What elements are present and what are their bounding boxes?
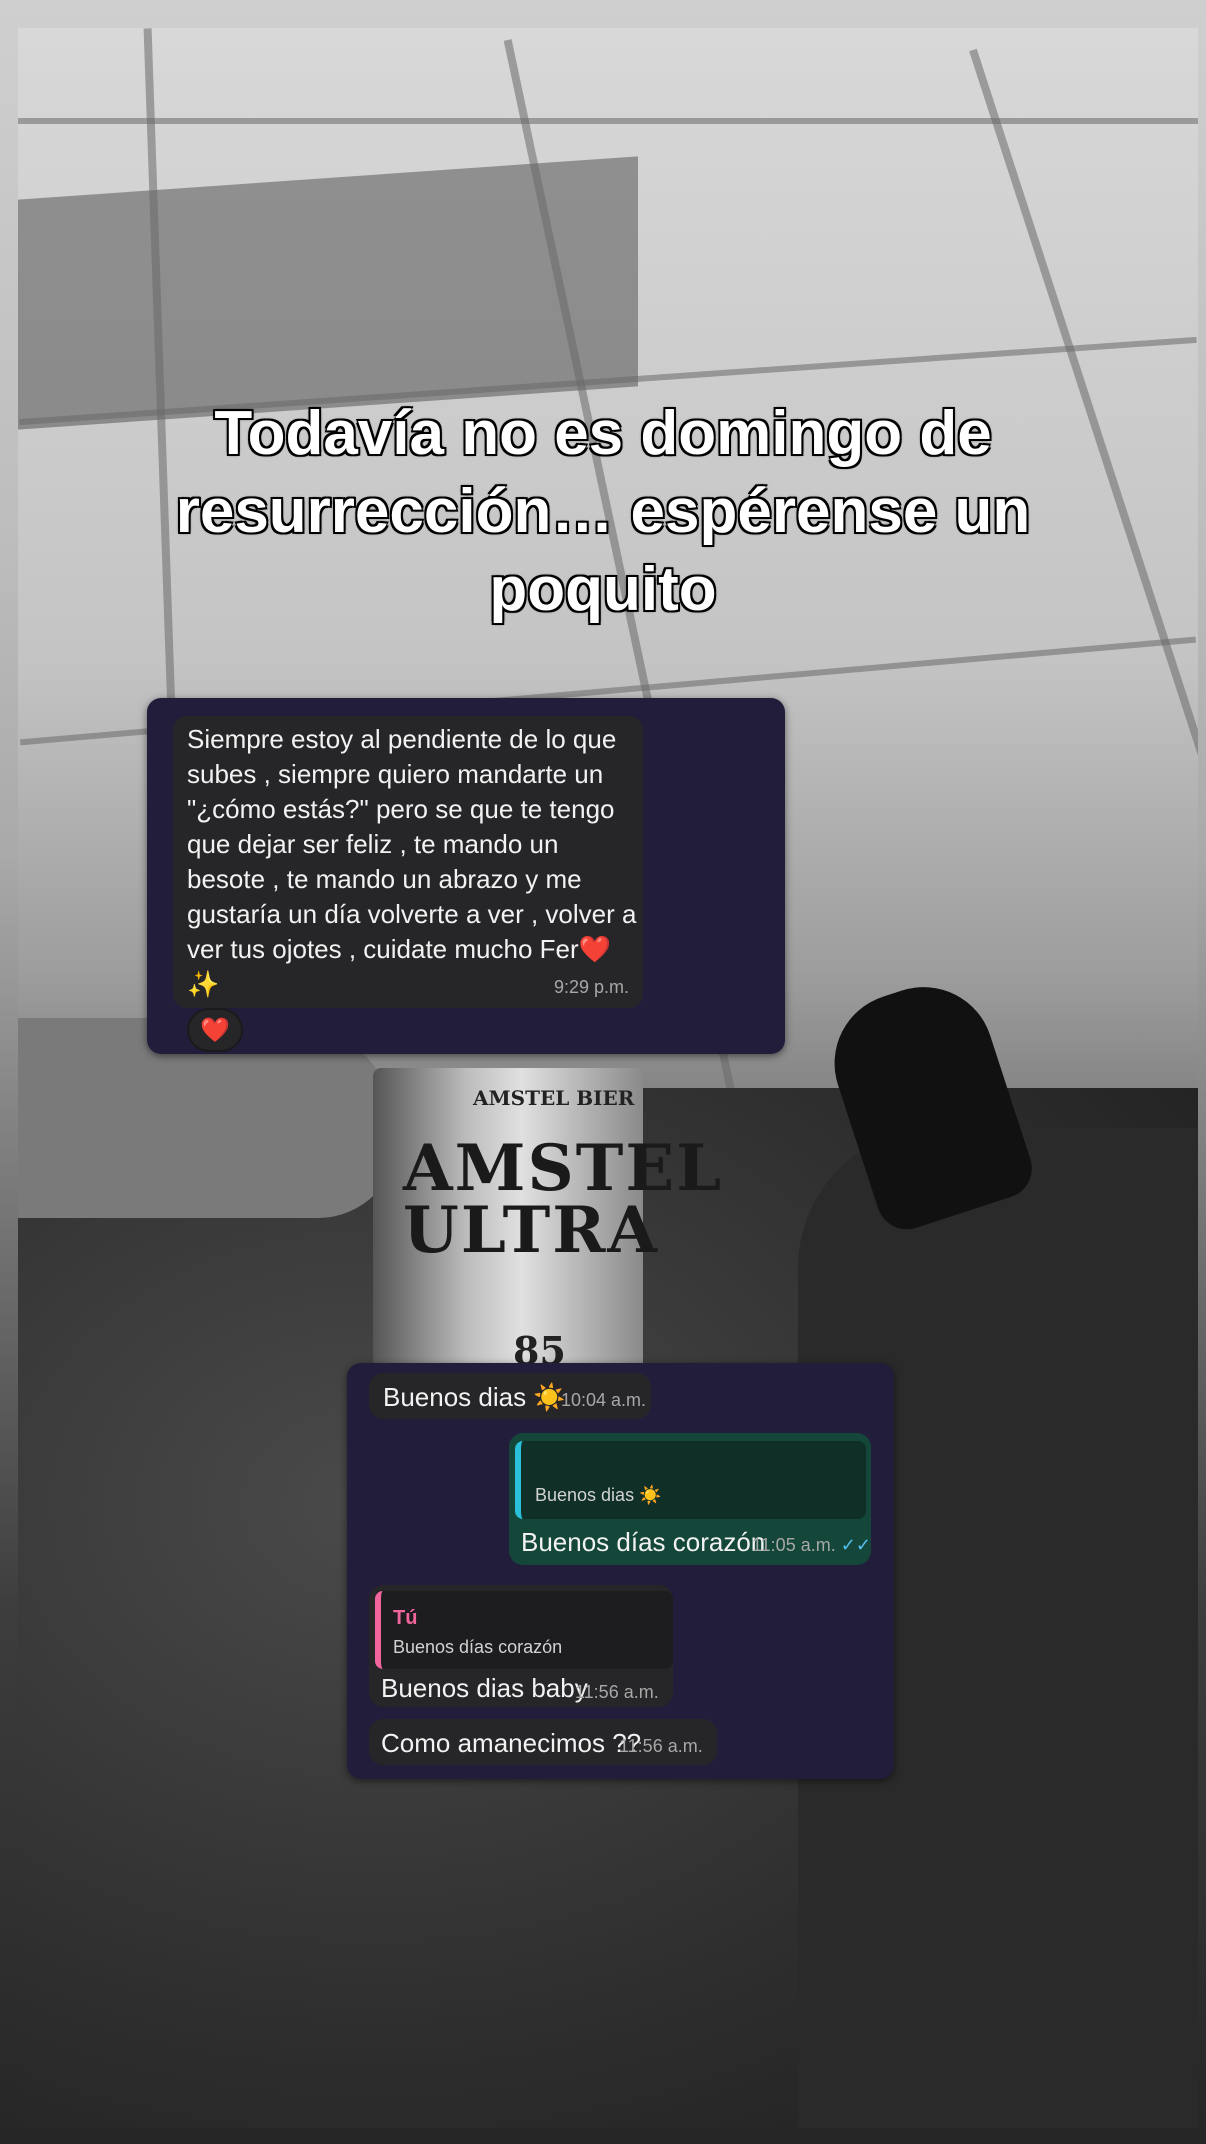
heart-reaction[interactable]: ❤️ <box>187 1008 243 1052</box>
beer-can: AMSTEL BIER AMSTEL ULTRA 85 <box>373 1068 721 1398</box>
background-photo: AMSTEL BIER AMSTEL ULTRA 85 <box>18 28 1198 2128</box>
message-bubble-incoming[interactable]: Como amanecimos ?? 11:56 a.m. <box>369 1719 717 1765</box>
can-top-label: AMSTEL BIER <box>473 1086 635 1110</box>
quoted-text: Buenos dias ☀️ <box>535 1485 662 1505</box>
double-check-icon: ✓✓ <box>840 1535 871 1555</box>
chat-screenshot-1: Siempre estoy al pendiente de lo que sub… <box>147 698 785 1054</box>
message-text: Siempre estoy al pendiente de lo que sub… <box>187 724 637 999</box>
message-text: Como amanecimos ?? <box>381 1728 642 1758</box>
chat-screenshot-2: Buenos dias ☀️ 10:04 a.m. Buenos dias ☀️… <box>347 1363 894 1779</box>
message-time: 11:56 a.m. <box>619 1736 703 1756</box>
message-bubble-incoming[interactable]: Siempre estoy al pendiente de lo que sub… <box>173 716 643 1008</box>
message-text: Buenos dias ☀️ <box>383 1382 566 1412</box>
floor-tile-line <box>18 118 1198 124</box>
message-time: 9:29 p.m. <box>553 977 629 997</box>
quoted-message[interactable]: Buenos dias ☀️ <box>515 1441 866 1519</box>
message-time: 11:05 a.m. ✓✓ <box>752 1535 871 1555</box>
quoted-text: Buenos días corazón <box>393 1637 563 1657</box>
quoted-author: Tú <box>393 1607 418 1629</box>
can-brand-label: AMSTEL ULTRA <box>403 1131 724 1268</box>
message-time: 11:56 a.m. <box>575 1682 659 1702</box>
message-bubble-outgoing[interactable]: Buenos dias ☀️ Buenos días corazón 11:05… <box>509 1433 871 1565</box>
message-time: 10:04 a.m. <box>561 1390 647 1410</box>
quoted-message[interactable]: Tú Buenos días corazón <box>375 1591 673 1669</box>
message-bubble-incoming[interactable]: Tú Buenos días corazón Buenos dias baby … <box>369 1585 673 1707</box>
story-caption: Todavía no es domingo de resurrección… e… <box>175 399 1031 624</box>
message-bubble-incoming[interactable]: Buenos dias ☀️ 10:04 a.m. <box>369 1373 651 1419</box>
message-text: Buenos dias baby <box>381 1673 588 1703</box>
message-text: Buenos días corazón <box>521 1527 766 1557</box>
story-canvas: AMSTEL BIER AMSTEL ULTRA 85 Todavía no e… <box>0 0 1206 2144</box>
